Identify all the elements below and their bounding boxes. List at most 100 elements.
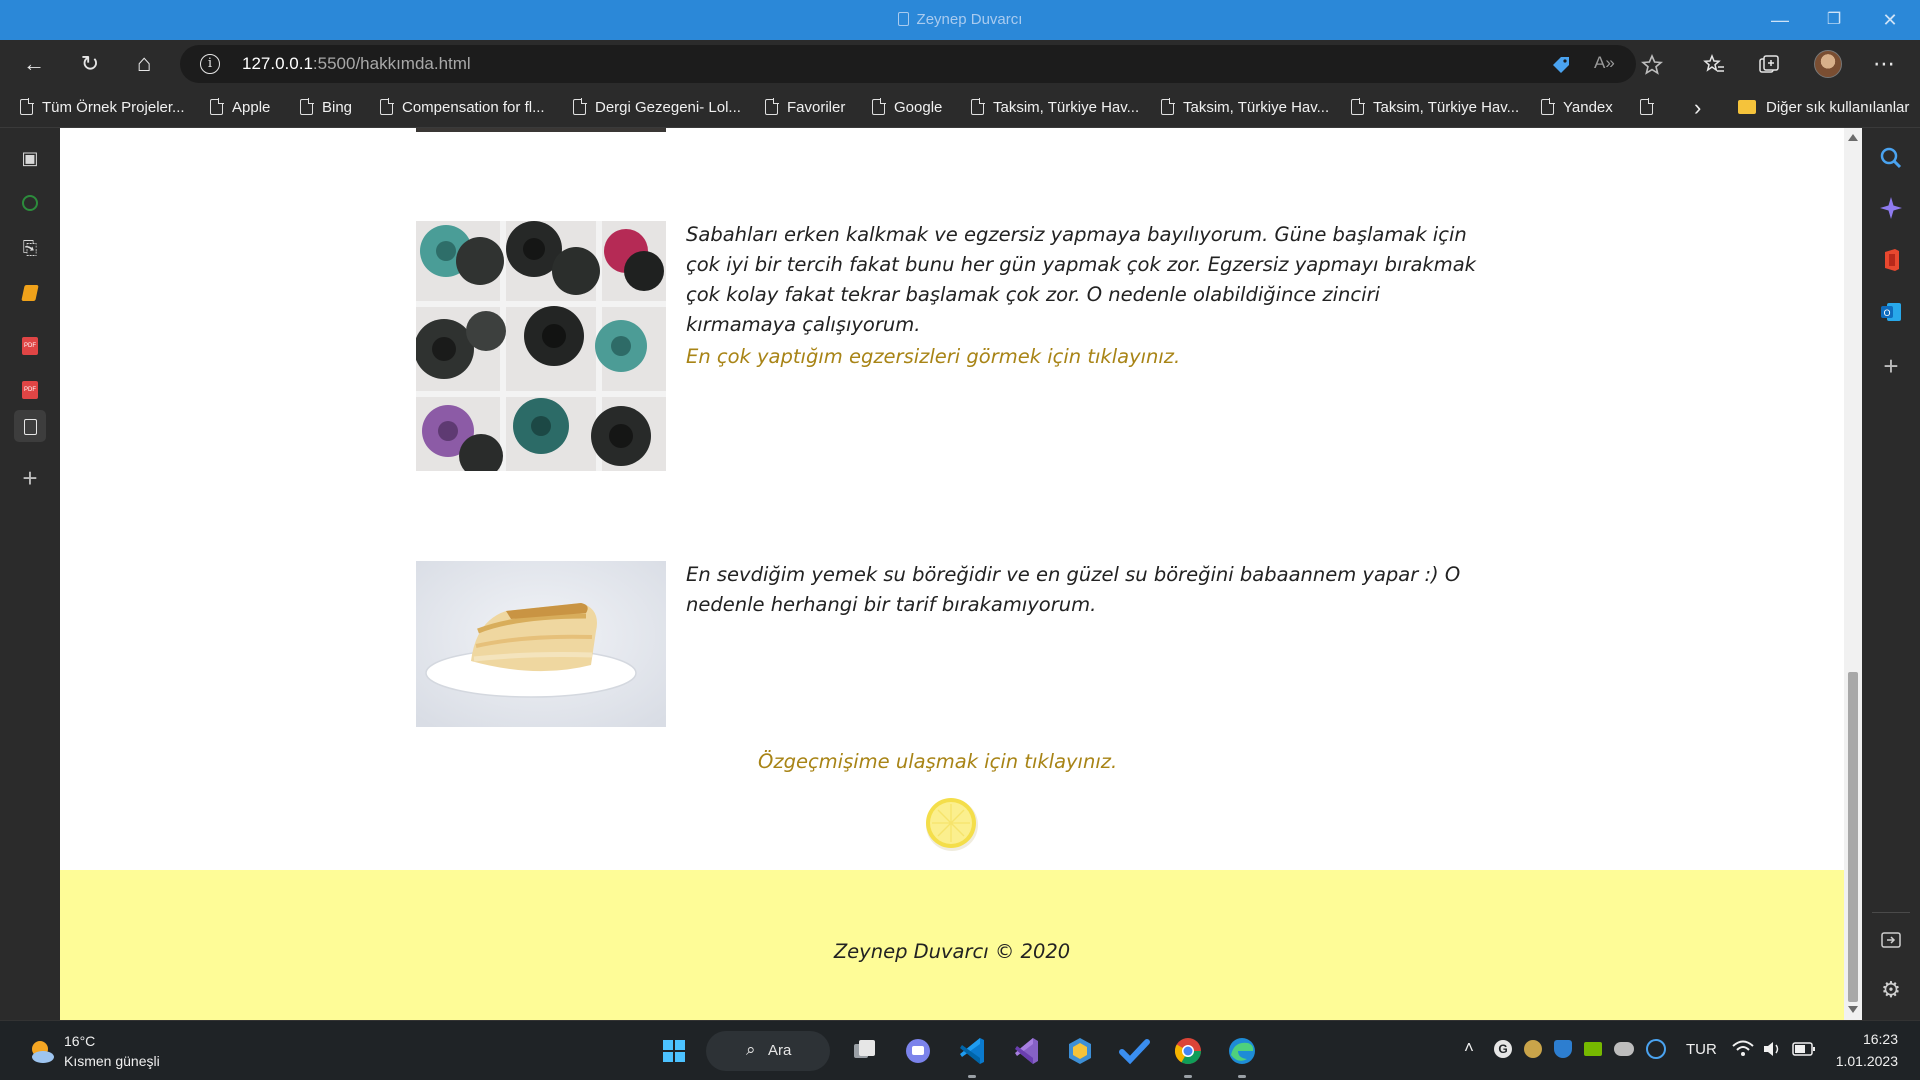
clock-time[interactable]: 16:23 — [1834, 1031, 1898, 1047]
cv-link[interactable]: Özgeçmişime ulaşmak için tıklayınız. — [758, 750, 1117, 773]
bookmark-item[interactable]: Apple — [210, 96, 270, 120]
chrome-icon[interactable] — [1168, 1031, 1208, 1071]
teams-chat-icon[interactable] — [898, 1031, 938, 1071]
bookmark-item[interactable]: Compensation for fl... — [380, 96, 545, 120]
favorites-icon[interactable] — [1702, 53, 1726, 77]
bookmark-item[interactable]: Taksim, Türkiye Hav... — [1351, 96, 1519, 120]
previous-image-edge — [416, 128, 666, 132]
bookmark-label: Favoriler — [787, 99, 846, 116]
search-icon: ⌕ — [746, 1040, 756, 1059]
yoga-mats-image — [416, 221, 666, 471]
copilot-sparkle-icon[interactable] — [1875, 192, 1907, 224]
hexagon-app-icon[interactable] — [1060, 1031, 1100, 1071]
todo-check-icon[interactable] — [1114, 1031, 1154, 1071]
office-icon[interactable] — [1875, 244, 1907, 276]
address-bar[interactable]: i 127.0.0.1:5500/hakkımda.html A» — [180, 45, 1636, 83]
battery-icon[interactable] — [1792, 1041, 1816, 1057]
tab-pdf-icon[interactable]: PDF — [14, 366, 46, 399]
scrollbar-thumb[interactable] — [1848, 672, 1858, 1002]
outlook-icon[interactable]: O — [1875, 296, 1907, 328]
food-paragraph: En sevdiğim yemek su böreğidir ve en güz… — [686, 563, 1461, 616]
add-favorite-icon[interactable] — [1640, 53, 1664, 77]
folder-label: Diğer sık kullanılanlar — [1766, 99, 1910, 116]
back-button[interactable]: ← — [18, 48, 50, 80]
bookmark-item[interactable] — [1640, 96, 1662, 120]
settings-more-button[interactable]: ⋯ — [1868, 48, 1900, 80]
page-icon — [1541, 98, 1555, 115]
taskbar-search[interactable]: ⌕ Ara — [706, 1031, 830, 1071]
tab-loading-icon[interactable] — [14, 186, 46, 218]
visual-studio-icon[interactable] — [1006, 1031, 1046, 1071]
task-view-icon[interactable] — [844, 1031, 884, 1071]
tab-active-page-icon[interactable] — [14, 410, 46, 442]
running-indicator — [1184, 1075, 1192, 1078]
scroll-down-arrow-icon[interactable] — [1848, 1006, 1858, 1013]
bookmark-item[interactable]: Bing — [300, 96, 352, 120]
url-path: :5500/hakkımda.html — [312, 54, 471, 73]
bookmark-item[interactable]: Taksim, Türkiye Hav... — [971, 96, 1139, 120]
bookmark-item[interactable]: Favoriler — [765, 96, 845, 120]
input-language[interactable]: TUR — [1686, 1041, 1717, 1058]
weather-widget[interactable] — [26, 1037, 56, 1067]
tray-app-icon[interactable] — [1524, 1040, 1542, 1058]
scroll-up-arrow-icon[interactable] — [1848, 134, 1858, 141]
sync-icon[interactable] — [1646, 1039, 1666, 1059]
bookmark-item[interactable]: Google — [872, 96, 942, 120]
bookmark-item[interactable]: Tüm Örnek Projeler... — [20, 96, 185, 120]
new-tab-plus-icon[interactable]: + — [14, 462, 46, 494]
collections-icon[interactable] — [1757, 53, 1781, 77]
clock-date[interactable]: 1.01.2023 — [1834, 1053, 1898, 1069]
document-icon — [897, 12, 909, 26]
bookmark-item[interactable]: Dergi Gezegeni- Lol... — [573, 96, 741, 120]
onedrive-error-icon[interactable] — [1614, 1042, 1634, 1056]
refresh-button[interactable]: ↻ — [74, 48, 106, 80]
minimize-button[interactable]: — — [1752, 0, 1808, 40]
nvidia-icon[interactable] — [1584, 1042, 1602, 1056]
tab-file-icon[interactable]: ⎘ — [14, 232, 46, 264]
page-scrollbar[interactable] — [1844, 128, 1862, 1020]
home-button[interactable]: ⌂ — [128, 48, 160, 80]
page-icon — [872, 98, 886, 115]
tab-actions-icon[interactable]: ▣ — [14, 142, 46, 174]
other-favorites-folder[interactable]: Diğer sık kullanılanlar — [1738, 96, 1909, 120]
edge-sidebar: O + ⚙ — [1862, 128, 1920, 1020]
sidebar-settings-gear-icon[interactable]: ⚙ — [1875, 974, 1907, 1006]
add-sidebar-app-plus-icon[interactable]: + — [1875, 350, 1907, 382]
bookmarks-overflow-chevron-icon[interactable]: › — [1694, 96, 1701, 120]
profile-avatar[interactable] — [1814, 50, 1842, 78]
bookmark-item[interactable]: Taksim, Türkiye Hav... — [1161, 96, 1329, 120]
url-host: 127.0.0.1 — [242, 54, 313, 73]
search-icon[interactable] — [1875, 142, 1907, 174]
tray-overflow-chevron-icon[interactable]: ˄ — [1464, 1038, 1474, 1058]
bookmarks-bar: Tüm Örnek Projeler... Apple Bing Compens… — [0, 88, 1920, 128]
url-text[interactable]: 127.0.0.1:5500/hakkımda.html — [242, 54, 471, 74]
volume-icon[interactable] — [1762, 1039, 1782, 1059]
exercise-link[interactable]: En çok yaptığım egzersizleri görmek için… — [686, 345, 1180, 368]
bookmark-label: Google — [894, 99, 943, 116]
read-aloud-icon[interactable]: A» — [1594, 53, 1615, 73]
bookmark-label: Tüm Örnek Projeler... — [42, 99, 185, 116]
grammarly-icon[interactable]: G — [1494, 1040, 1512, 1058]
close-button[interactable]: ✕ — [1862, 0, 1918, 40]
su-boregi-image — [416, 561, 666, 727]
partly-sunny-icon — [32, 1041, 54, 1063]
start-windows-icon[interactable] — [654, 1031, 694, 1071]
tab-pdf-icon[interactable]: PDF — [14, 322, 46, 355]
window-titlebar: Zeynep Duvarcı — ❐ ✕ — [0, 0, 1920, 40]
shopping-tag-icon[interactable] — [1550, 54, 1572, 76]
wifi-icon[interactable] — [1732, 1039, 1754, 1059]
bookmark-item[interactable]: Yandex — [1541, 96, 1613, 120]
site-info-icon[interactable]: i — [200, 54, 220, 74]
weather-desc[interactable]: Kısmen güneşli — [64, 1053, 160, 1069]
lemon-icon[interactable] — [922, 794, 980, 852]
svg-text:O: O — [1883, 309, 1890, 319]
tab-book-icon[interactable] — [14, 276, 46, 308]
defender-shield-icon[interactable] — [1554, 1040, 1572, 1058]
maximize-button[interactable]: ❐ — [1806, 0, 1862, 40]
weather-temp[interactable]: 16°C — [64, 1033, 95, 1049]
window-title-text: Zeynep Duvarcı — [916, 11, 1023, 28]
hide-sidebar-icon[interactable] — [1875, 924, 1907, 956]
vscode-icon[interactable] — [952, 1031, 992, 1071]
edge-icon[interactable] — [1222, 1031, 1262, 1071]
page-icon — [1161, 98, 1175, 115]
